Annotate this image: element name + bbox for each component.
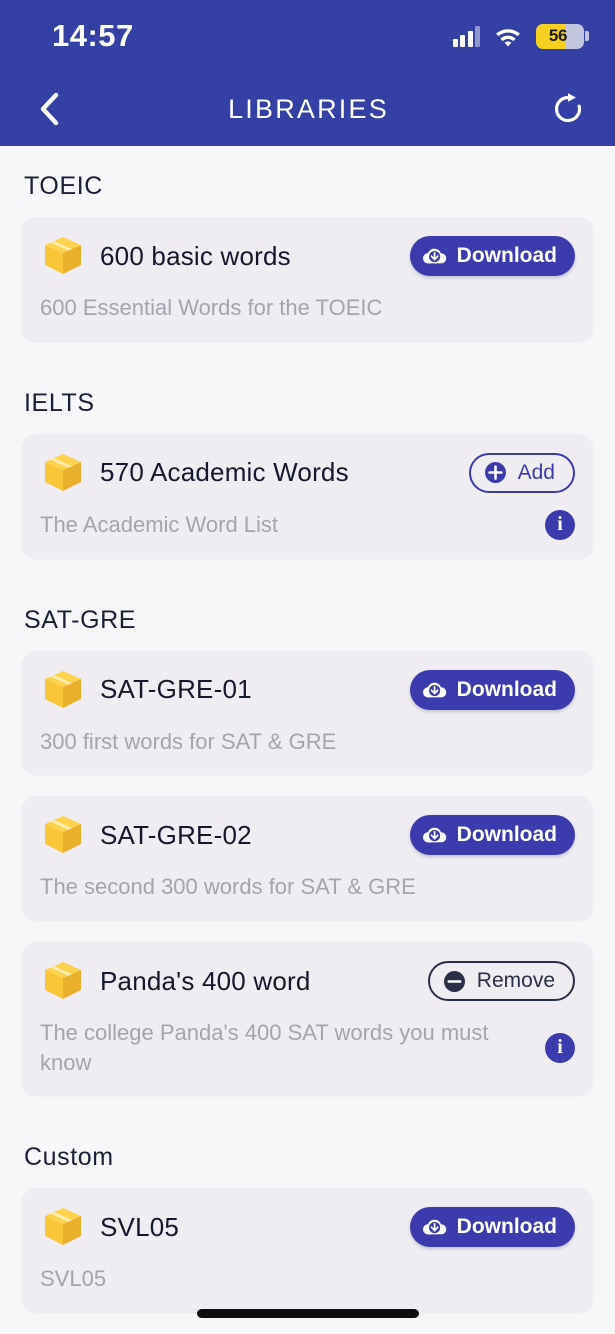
status-clock: 14:57 — [52, 18, 134, 53]
home-indicator — [196, 1309, 419, 1318]
download-button-label: Download — [456, 1215, 557, 1239]
remove-button[interactable]: Remove — [427, 961, 575, 1002]
library-card[interactable]: SAT-GRE-01 Download 300 first words for … — [22, 650, 593, 775]
card-description: The second 300 words for SAT & GRE — [40, 874, 416, 900]
library-card[interactable]: Panda's 400 word Remove The college Pand… — [22, 942, 593, 1096]
card-header: Panda's 400 word Remove — [40, 958, 575, 1004]
card-title: SAT-GRE-02 — [100, 819, 252, 850]
library-card[interactable]: SAT-GRE-02 Download The second 300 words… — [22, 796, 593, 921]
download-button[interactable]: Download — [409, 1207, 575, 1248]
add-button-label: Add — [517, 460, 555, 484]
card-header: 570 Academic Words Add — [40, 450, 575, 496]
info-icon[interactable]: i — [545, 1032, 575, 1063]
library-list[interactable]: TOEIC 600 basic words Download 600 Essen… — [0, 146, 615, 1334]
info-glyph: i — [557, 1036, 563, 1059]
cloud-download-icon — [422, 824, 447, 846]
info-glyph: i — [557, 513, 563, 536]
plus-circle-icon — [483, 460, 508, 485]
minus-circle-icon — [442, 969, 467, 994]
package-box-icon — [40, 450, 86, 496]
card-footer: The Academic Word List i — [40, 509, 575, 540]
refresh-icon — [554, 93, 582, 123]
section-title-sat-gre: SAT-GRE — [24, 605, 137, 634]
download-button[interactable]: Download — [409, 669, 575, 710]
download-button-label: Download — [456, 677, 557, 701]
card-description: The college Panda's 400 SAT words you mu… — [40, 1020, 489, 1075]
remove-button-label: Remove — [476, 969, 555, 993]
card-header: SAT-GRE-02 Download — [40, 812, 575, 858]
package-box-icon — [40, 812, 86, 858]
info-icon[interactable]: i — [545, 509, 575, 540]
refresh-button[interactable] — [545, 86, 591, 132]
card-description: The Academic Word List — [40, 511, 279, 537]
status-bar: 14:57 56 — [0, 0, 615, 72]
library-card[interactable]: SVL05 Download SVL05 — [22, 1188, 593, 1313]
download-button-label: Download — [456, 823, 557, 847]
card-title: SAT-GRE-01 — [100, 674, 252, 705]
cloud-download-icon — [422, 679, 447, 701]
section-title-custom: Custom — [24, 1143, 114, 1172]
cloud-download-icon — [422, 1216, 447, 1238]
card-footer: SVL05 — [40, 1264, 575, 1294]
card-footer: The second 300 words for SAT & GRE — [40, 872, 575, 902]
download-button[interactable]: Download — [409, 236, 575, 276]
page-title: LIBRARIES — [228, 93, 389, 124]
card-title: 570 Academic Words — [100, 457, 349, 488]
add-button[interactable]: Add — [468, 452, 575, 493]
package-box-icon — [40, 1204, 86, 1250]
package-box-icon — [40, 233, 86, 279]
package-box-icon — [40, 667, 86, 713]
cloud-download-icon — [422, 245, 447, 267]
card-footer: The college Panda's 400 SAT words you mu… — [40, 1018, 575, 1077]
section-title-ielts: IELTS — [24, 388, 95, 417]
card-header: 600 basic words Download — [40, 233, 575, 279]
card-title: 600 basic words — [100, 240, 291, 271]
section-title-toeic: TOEIC — [24, 172, 103, 200]
card-footer: 600 Essential Words for the TOEIC — [40, 293, 575, 323]
card-description: 300 first words for SAT & GRE — [40, 728, 337, 754]
card-header: SAT-GRE-01 Download — [40, 667, 575, 713]
library-card[interactable]: 570 Academic Words Add The Academic Word… — [22, 433, 593, 558]
app-bar: LIBRARIES — [0, 72, 615, 146]
card-footer: 300 first words for SAT & GRE — [40, 727, 575, 757]
card-description: 600 Essential Words for the TOEIC — [40, 295, 383, 320]
card-header: SVL05 Download — [40, 1204, 575, 1250]
chevron-left-icon — [40, 92, 59, 126]
wifi-icon — [494, 25, 522, 47]
cellular-signal-icon — [452, 25, 480, 47]
download-button-label: Download — [456, 244, 557, 267]
card-title: Panda's 400 word — [100, 965, 311, 996]
library-card[interactable]: 600 basic words Download 600 Essential W… — [22, 217, 593, 341]
download-button[interactable]: Download — [409, 815, 575, 856]
card-title: SVL05 — [100, 1211, 180, 1242]
battery-percent-label: 56 — [548, 26, 568, 45]
back-button[interactable] — [26, 86, 72, 132]
card-description: SVL05 — [40, 1266, 107, 1292]
battery-icon: 56 — [536, 23, 589, 49]
package-box-icon — [40, 958, 86, 1004]
status-system-icons: 56 — [452, 23, 589, 49]
